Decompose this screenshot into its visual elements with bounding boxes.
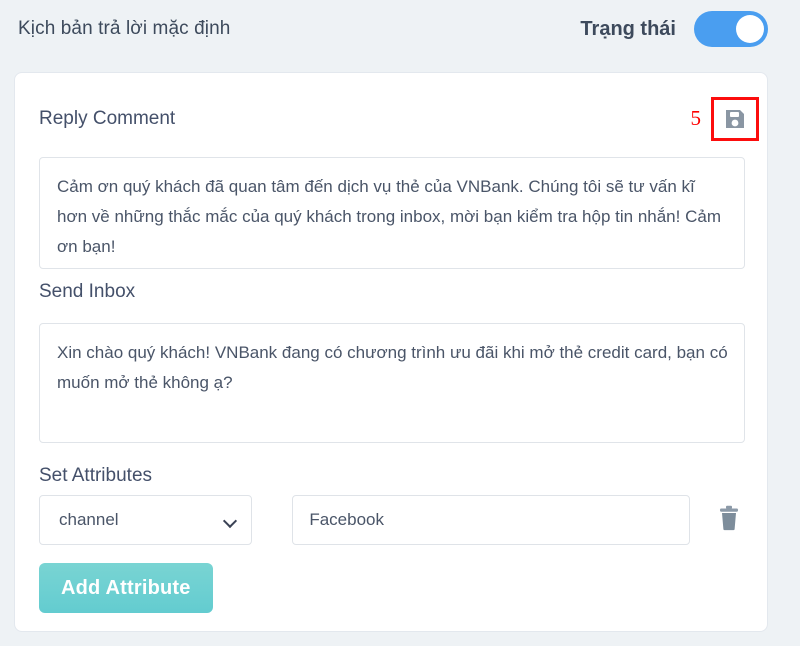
page-header: Kịch bản trả lời mặc định Trạng thái — [0, 0, 800, 58]
annotation-number: 5 — [690, 105, 702, 130]
floppy-disk-save-icon — [723, 107, 747, 131]
status-label: Trạng thái — [580, 17, 676, 40]
attribute-row: channel Facebook — [39, 495, 745, 545]
send-inbox-label: Send Inbox — [39, 281, 136, 302]
status-group: Trạng thái — [580, 11, 768, 47]
attribute-value-input[interactable]: Facebook — [292, 495, 690, 545]
card-header-actions: 5 — [690, 97, 759, 141]
attribute-name-select[interactable]: channel — [39, 495, 253, 545]
attribute-value-text: Facebook — [309, 510, 384, 529]
set-attributes-label: Set Attributes — [39, 465, 153, 486]
attribute-name-value: channel — [59, 510, 119, 529]
default-reply-script-card: Reply Comment 5 Cảm ơn quý khách đã quan… — [14, 72, 768, 632]
send-inbox-textarea[interactable]: Xin chào quý khách! VNBank đang có chươn… — [39, 323, 745, 443]
toggle-knob — [736, 15, 764, 43]
add-attribute-button[interactable]: Add Attribute — [39, 563, 213, 613]
reply-comment-label: Reply Comment — [39, 108, 176, 129]
app-page: Kịch bản trả lời mặc định Trạng thái Rep… — [0, 0, 800, 646]
reply-comment-textarea[interactable]: Cảm ơn quý khách đã quan tâm đến dịch vụ… — [39, 157, 745, 269]
chevron-down-icon — [224, 516, 237, 524]
status-toggle[interactable] — [694, 11, 768, 47]
card-header-row: Reply Comment 5 — [15, 93, 767, 145]
trash-icon — [718, 505, 740, 536]
page-title: Kịch bản trả lời mặc định — [18, 18, 231, 39]
delete-attribute-button[interactable] — [714, 503, 745, 537]
save-button[interactable] — [711, 97, 759, 141]
